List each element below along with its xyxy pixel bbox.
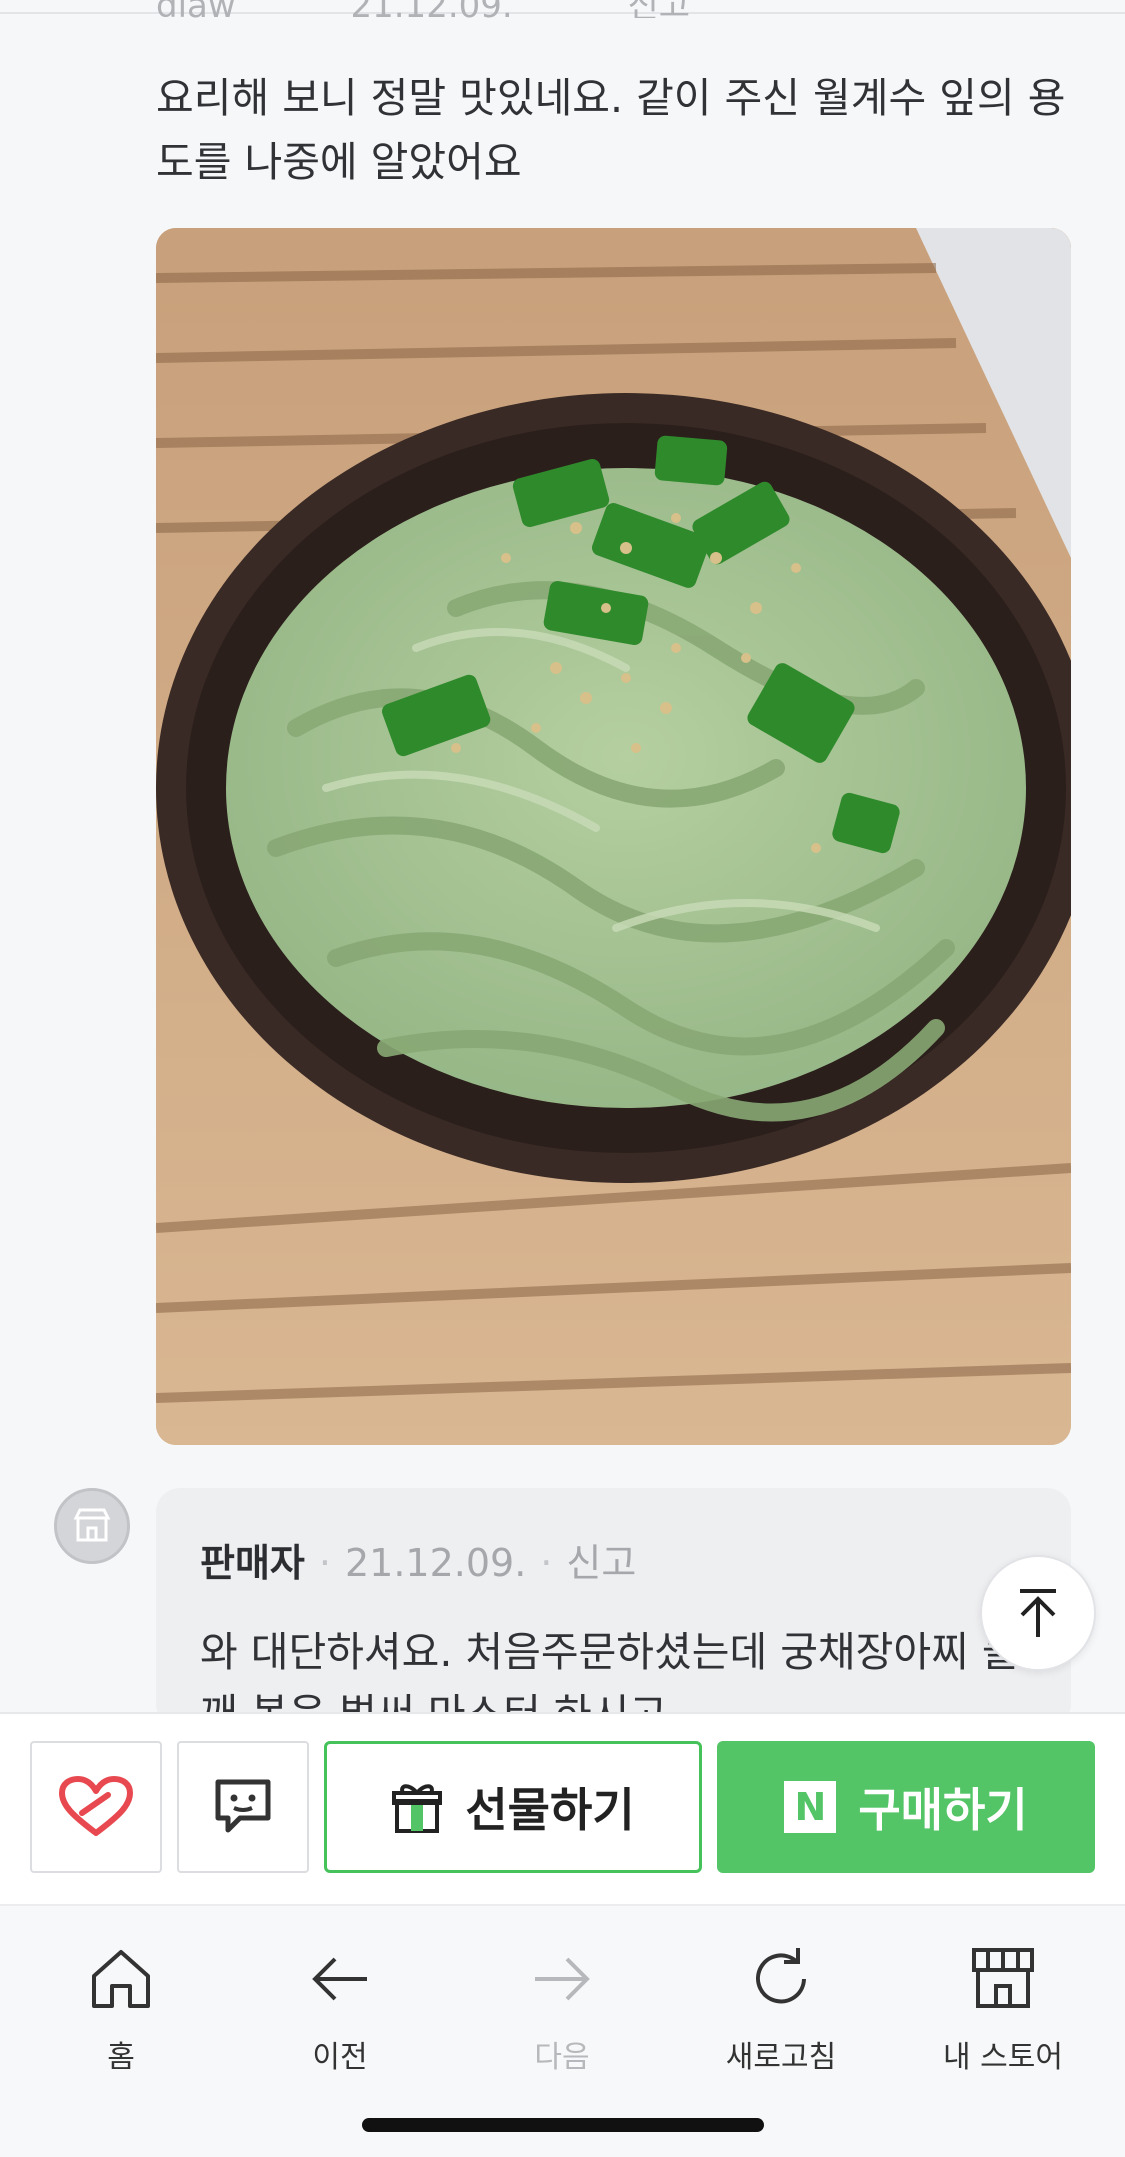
- nav-back-label: 이전: [312, 2040, 368, 2075]
- refresh-icon: [756, 1948, 806, 2004]
- review-photo[interactable]: [156, 228, 1071, 1445]
- nav-forward-label: 다음: [534, 2040, 590, 2075]
- talk-talk-button[interactable]: [177, 1741, 309, 1873]
- reply-date: 21.12.09.: [344, 1541, 527, 1585]
- seller-avatar: [54, 1488, 130, 1564]
- store-icon: [972, 1948, 1034, 2008]
- meta-separator: ·: [318, 1541, 331, 1585]
- meta-separator: ·: [540, 1541, 553, 1585]
- review-text: 요리해 보니 정말 맛있네요. 같이 주신 월계수 잎의 용도를 나중에 알았어…: [156, 74, 1066, 186]
- buy-button-label: 구매하기: [858, 1783, 1028, 1837]
- arrow-left-icon: [312, 1957, 367, 2001]
- arrow-up-icon: [1020, 1589, 1056, 1637]
- review-author: dlaw: [156, 0, 236, 18]
- nav-home[interactable]: 홈: [36, 1944, 206, 2076]
- nav-my-store-label: 내 스토어: [943, 2040, 1063, 2075]
- nav-my-store[interactable]: 내 스토어: [918, 1944, 1088, 2076]
- seller-reply: 판매자 · 21.12.09. · 신고 와 대단하셔요. 처음주문하셨는데 궁채장아찌…: [156, 1488, 1071, 1728]
- food-photo-illustration: [156, 228, 1071, 1445]
- naver-pay-icon: N: [784, 1781, 837, 1833]
- nav-forward[interactable]: 다음: [477, 1944, 647, 2076]
- chat-icon: [215, 1779, 271, 1833]
- purchase-action-bar: 선물하기 N 구매하기: [0, 1712, 1125, 1904]
- nav-back[interactable]: 이전: [255, 1944, 425, 2076]
- reply-meta: 판매자 · 21.12.09. · 신고: [200, 1532, 1027, 1587]
- nav-refresh-label: 새로고침: [725, 2040, 837, 2075]
- buy-button[interactable]: N 구매하기: [717, 1741, 1095, 1873]
- arrow-right-icon: [535, 1957, 590, 2001]
- scroll-top-button[interactable]: [980, 1555, 1096, 1671]
- review-date: 21.12.09.: [350, 0, 512, 18]
- home-indicator: [362, 2118, 764, 2132]
- bottom-navigation: 홈 이전 다음 새로고침 내 스토어: [0, 1904, 1125, 2157]
- reply-report-link[interactable]: 신고: [566, 1541, 636, 1585]
- gift-button[interactable]: 선물하기: [324, 1741, 702, 1873]
- nav-refresh[interactable]: 새로고침: [696, 1944, 866, 2076]
- review-report-link[interactable]: 신고: [628, 0, 691, 18]
- home-icon: [92, 1950, 150, 2008]
- nav-home-label: 홈: [107, 2040, 135, 2075]
- store-icon: [73, 1508, 111, 1542]
- reply-author: 판매자: [200, 1541, 305, 1585]
- review-meta-clipped: dlaw 21.12.09. 신고: [156, 0, 794, 18]
- heart-icon: [59, 1776, 133, 1836]
- gift-icon: [392, 1784, 443, 1833]
- gift-button-label: 선물하기: [465, 1783, 635, 1837]
- like-button[interactable]: [30, 1741, 162, 1873]
